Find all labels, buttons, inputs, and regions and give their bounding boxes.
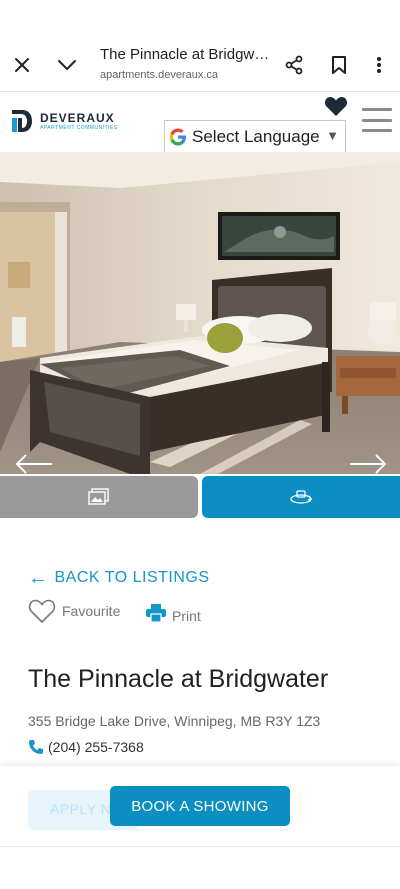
arrow-left-icon[interactable]	[14, 452, 54, 474]
heart-outline-icon	[28, 599, 56, 624]
caret-down-icon: ▼	[326, 128, 339, 143]
chevron-down-icon[interactable]	[50, 48, 84, 82]
virtual-tour-toggle-button[interactable]	[202, 476, 400, 518]
browser-page-title: The Pinnacle at Bridgwat...	[100, 46, 270, 63]
print-label: Print	[172, 608, 201, 624]
print-icon	[146, 604, 166, 622]
share-icon[interactable]	[277, 48, 311, 82]
heart-icon[interactable]	[324, 95, 348, 122]
google-icon	[169, 128, 186, 145]
bookmark-icon[interactable]	[322, 48, 356, 82]
close-icon[interactable]	[5, 48, 39, 82]
property-title: The Pinnacle at Bridgwater	[28, 665, 329, 693]
phone-link[interactable]: (204) 255-7368	[28, 739, 144, 755]
more-vert-icon[interactable]	[362, 48, 396, 82]
menu-icon[interactable]	[362, 108, 392, 132]
favourite-button[interactable]: Favourite	[28, 598, 120, 624]
book-a-showing-button[interactable]: BOOK A SHOWING	[110, 786, 290, 826]
language-select-label: Select Language	[192, 126, 320, 146]
bedroom-photo	[0, 152, 400, 474]
deveraux-logo[interactable]: DEVERAUX APARTMENT COMMUNITIES	[10, 108, 118, 134]
back-to-listings-link[interactable]: ← BACK TO LISTINGS	[28, 568, 210, 588]
logo-tagline: APARTMENT COMMUNITIES	[40, 124, 118, 131]
photos-toggle-button[interactable]	[0, 476, 198, 518]
language-select[interactable]: Select Language ▼	[164, 120, 346, 153]
virtual-tour-icon	[290, 490, 313, 504]
bottom-strip	[0, 846, 400, 889]
back-arrow-icon: ←	[28, 567, 49, 589]
property-address: 355 Bridge Lake Drive, Winnipeg, MB R3Y …	[28, 713, 321, 729]
hero-photo[interactable]	[0, 152, 400, 474]
browser-url: apartments.deveraux.ca	[100, 69, 219, 81]
print-button[interactable]: Print	[146, 602, 201, 624]
back-to-listings-label: BACK TO LISTINGS	[54, 569, 210, 586]
logo-name: DEVERAUX	[40, 110, 115, 125]
arrow-right-icon[interactable]	[348, 452, 388, 474]
phone-icon	[29, 740, 43, 754]
browser-toolbar: The Pinnacle at Bridgwat... apartments.d…	[0, 0, 400, 92]
favourite-label: Favourite	[62, 603, 121, 619]
phone-number: (204) 255-7368	[48, 739, 144, 755]
logo-mark-icon	[12, 110, 32, 132]
photos-icon	[88, 488, 109, 505]
